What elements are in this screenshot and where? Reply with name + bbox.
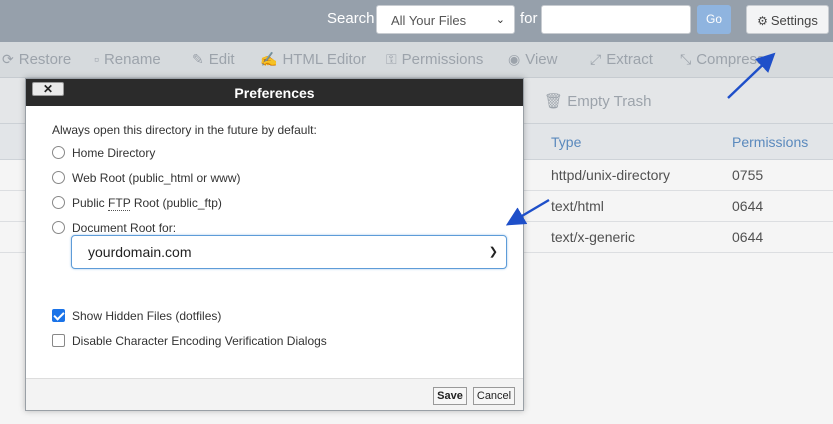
gear-icon: ⚙ [757, 14, 768, 28]
disable-encoding-dialogs-option[interactable]: Disable Character Encoding Verification … [52, 334, 327, 348]
search-label: Search [327, 10, 375, 27]
search-scope-select[interactable]: All Your Files ⌄ [376, 5, 515, 34]
radio-web-root[interactable]: Web Root (public_html or www) [52, 171, 241, 185]
radio-document-root[interactable]: Document Root for: [52, 221, 176, 235]
chevron-down-icon: ⌄ [495, 14, 505, 26]
dialog-body: Always open this directory in the future… [26, 106, 523, 378]
domain-select-value: yourdomain.com [88, 244, 192, 260]
radio-home-directory[interactable]: Home Directory [52, 146, 155, 160]
domain-select[interactable]: yourdomain.com ❯ [71, 235, 507, 269]
radio-public-ftp-root[interactable]: Public FTP Root (public_ftp) [52, 196, 222, 211]
dialog-title: Preferences [234, 85, 315, 101]
search-bar: Search All Your Files ⌄ for Go ⚙ Settings [0, 0, 833, 42]
dialog-footer: Save Cancel [26, 378, 523, 410]
preferences-dialog: ✕ Preferences Always open this directory… [25, 78, 524, 411]
radio-button[interactable] [52, 171, 65, 184]
settings-button[interactable]: ⚙ Settings [746, 5, 829, 34]
go-button[interactable]: Go [697, 5, 731, 34]
cancel-button[interactable]: Cancel [473, 387, 515, 405]
show-hidden-files-option[interactable]: Show Hidden Files (dotfiles) [52, 309, 221, 323]
settings-label: Settings [770, 13, 818, 28]
radio-button[interactable] [52, 221, 65, 234]
search-scope-value: All Your Files [391, 13, 467, 28]
save-button[interactable]: Save [433, 387, 467, 405]
for-label: for [520, 10, 538, 27]
dialog-titlebar: ✕ Preferences [26, 79, 523, 106]
radio-button[interactable] [52, 196, 65, 209]
search-input[interactable] [541, 5, 691, 34]
show-hidden-files-checkbox[interactable] [52, 309, 65, 322]
ftp-abbreviation: FTP [108, 196, 131, 211]
disable-encoding-checkbox[interactable] [52, 334, 65, 347]
radio-button[interactable] [52, 146, 65, 159]
default-directory-prompt: Always open this directory in the future… [52, 123, 317, 137]
chevron-down-icon: ❯ [488, 246, 498, 258]
